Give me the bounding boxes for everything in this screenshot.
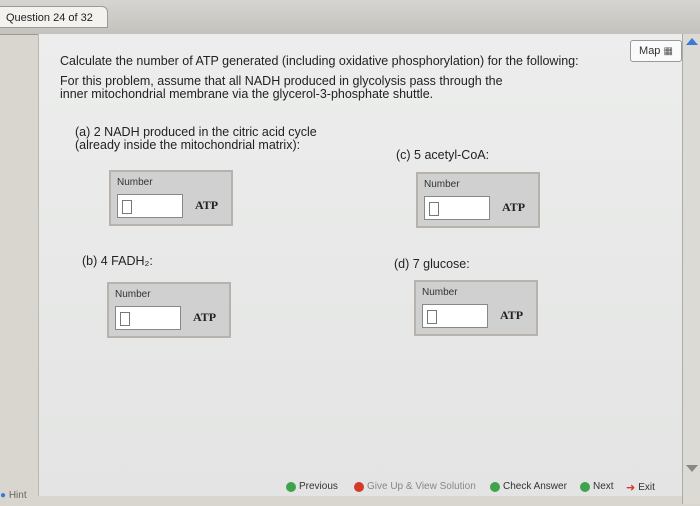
part-b-line: (b) 4 FADH₂: bbox=[82, 254, 153, 268]
check-answer-button[interactable]: Check Answer bbox=[490, 481, 567, 492]
part-d-answer-box: Number ATP bbox=[414, 280, 538, 336]
part-c-answer-box: Number ATP bbox=[416, 172, 540, 228]
scroll-up-icon[interactable] bbox=[686, 38, 698, 45]
part-b-answer-box: Number ATP bbox=[107, 282, 231, 338]
part-c-unit: ATP bbox=[502, 200, 526, 214]
previous-label: Previous bbox=[299, 481, 338, 492]
part-d-field-label: Number bbox=[422, 287, 458, 298]
check-answer-label: Check Answer bbox=[503, 481, 567, 492]
give-up-label: Give Up & View Solution bbox=[367, 481, 476, 492]
part-a-line-1: (a) 2 NADH produced in the citric acid c… bbox=[75, 125, 317, 139]
previous-icon bbox=[286, 481, 296, 492]
part-c-line: (c) 5 acetyl-CoA: bbox=[396, 148, 490, 162]
part-a-line-2: (already inside the mitochondrial matrix… bbox=[75, 138, 301, 152]
give-up-button[interactable]: Give Up & View Solution bbox=[354, 481, 476, 492]
next-icon bbox=[580, 481, 590, 492]
map-button-label: Map bbox=[639, 45, 661, 57]
prompt-line-1: Calculate the number of ATP generated (i… bbox=[60, 54, 579, 68]
part-b-input[interactable] bbox=[115, 306, 181, 330]
part-a-answer-box: Number ATP bbox=[109, 170, 233, 226]
prompt-line-2: For this problem, assume that all NADH p… bbox=[60, 74, 503, 88]
previous-button[interactable]: Previous bbox=[286, 481, 338, 492]
scrollbar[interactable] bbox=[682, 34, 700, 504]
next-button[interactable]: Next bbox=[580, 481, 614, 492]
part-b-field-label: Number bbox=[115, 289, 151, 300]
part-a-input[interactable] bbox=[117, 194, 183, 218]
part-d-input[interactable] bbox=[422, 304, 488, 328]
hint-label: Hint bbox=[8, 490, 27, 501]
next-label: Next bbox=[593, 481, 614, 492]
question-tab[interactable]: Question 24 of 32 bbox=[0, 6, 108, 28]
map-icon: ▦ bbox=[663, 46, 673, 57]
exit-icon: ➜ bbox=[626, 482, 636, 494]
hint-icon: ● bbox=[0, 490, 7, 501]
exit-button[interactable]: ➜ Exit bbox=[626, 481, 655, 494]
part-c-input[interactable] bbox=[424, 196, 490, 220]
part-d-unit: ATP bbox=[500, 308, 524, 322]
bottom-action-bar: Previous Give Up & View Solution Check A… bbox=[280, 477, 682, 499]
map-button[interactable]: Map ▦ bbox=[630, 40, 682, 62]
scroll-down-icon[interactable] bbox=[686, 465, 698, 472]
prompt-line-3: inner mitochondrial membrane via the gly… bbox=[60, 87, 434, 101]
top-bar: Question 24 of 32 bbox=[0, 0, 700, 35]
check-icon bbox=[490, 481, 500, 492]
part-a-field-label: Number bbox=[117, 177, 153, 188]
exit-label: Exit bbox=[638, 482, 655, 493]
part-a-unit: ATP bbox=[195, 198, 219, 212]
part-b-unit: ATP bbox=[193, 310, 217, 324]
give-up-icon bbox=[354, 481, 364, 492]
part-d-line: (d) 7 glucose: bbox=[394, 257, 470, 271]
part-c-field-label: Number bbox=[424, 179, 460, 190]
